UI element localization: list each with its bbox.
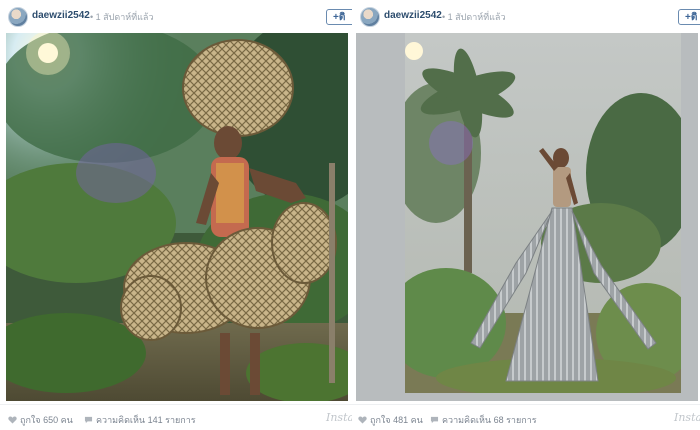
speech-bubble-icon[interactable] [84, 416, 93, 424]
username-link[interactable]: daewzii2542 [32, 10, 90, 21]
comments-text: ความคิดเห็น 68 รายการ [442, 415, 537, 425]
username-link[interactable]: daewzii2542 [384, 10, 442, 21]
post-card-1: daewzii2542 • 1 สัปดาห์ที่แล้ว +ติ ถูกใจ… [0, 0, 352, 430]
photo-zinc-sheet-dress [356, 33, 698, 401]
post-photo[interactable] [6, 33, 348, 401]
post-time: • 1 สัปดาห์ที่แล้ว [442, 12, 506, 22]
follow-button[interactable]: +ติ [326, 9, 352, 25]
comments-text: ความคิดเห็น 141 รายการ [96, 415, 196, 425]
heart-icon[interactable] [358, 416, 367, 424]
post-photo[interactable] [356, 33, 698, 401]
comment-count[interactable]: ความคิดเห็น 141 รายการ [84, 413, 196, 427]
photo-basket-costume [6, 33, 348, 401]
comment-count[interactable]: ความคิดเห็น 68 รายการ [430, 413, 537, 427]
post-card-2: daewzii2542 • 1 สัปดาห์ที่แล้ว +ติ ถูกใจ… [352, 0, 700, 430]
like-count[interactable]: ถูกใจ 481 คน [358, 413, 423, 427]
speech-bubble-icon[interactable] [430, 416, 439, 424]
follow-button[interactable]: +ติ [678, 9, 700, 25]
post-time: • 1 สัปดาห์ที่แล้ว [90, 12, 154, 22]
avatar[interactable] [360, 7, 380, 27]
heart-icon[interactable] [8, 416, 17, 424]
instagram-logo[interactable]: Insta [326, 411, 352, 424]
like-count[interactable]: ถูกใจ 650 คน [8, 413, 73, 427]
likes-text: ถูกใจ 481 คน [370, 415, 423, 425]
post-footer: ถูกใจ 481 คน ความคิดเห็น 68 รายการ Insta [352, 404, 700, 430]
post-footer: ถูกใจ 650 คน ความคิดเห็น 141 รายการ Inst… [0, 404, 352, 430]
post-header: daewzii2542 • 1 สัปดาห์ที่แล้ว +ติ [352, 0, 700, 33]
likes-text: ถูกใจ 650 คน [20, 415, 73, 425]
post-header: daewzii2542 • 1 สัปดาห์ที่แล้ว +ติ [0, 0, 352, 33]
instagram-logo[interactable]: Insta [674, 411, 700, 424]
avatar[interactable] [8, 7, 28, 27]
